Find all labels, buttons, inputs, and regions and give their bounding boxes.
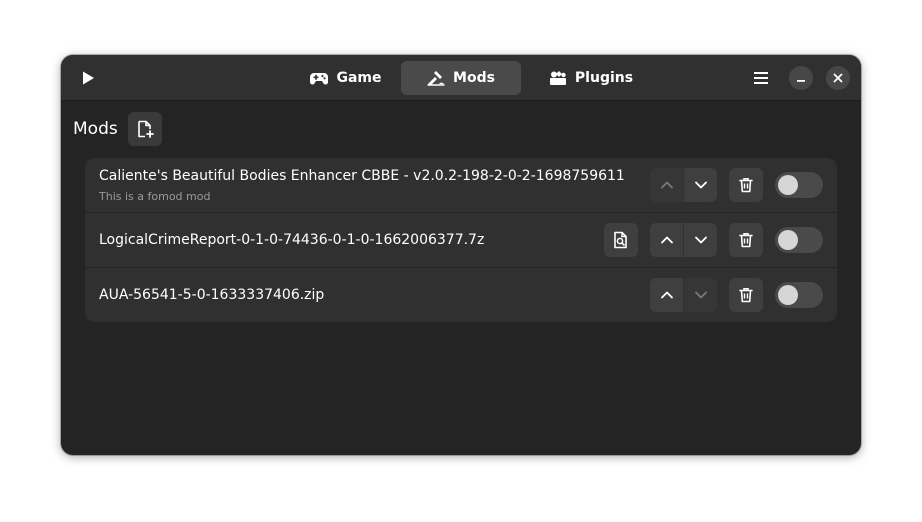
puzzle-icon xyxy=(427,71,445,86)
file-search-icon xyxy=(614,231,627,249)
close-icon xyxy=(833,73,843,83)
chevron-down-icon xyxy=(694,181,707,189)
toggle-knob xyxy=(778,175,798,195)
tab-plugins[interactable]: Plugins xyxy=(531,61,651,95)
gamepad-icon xyxy=(310,73,329,85)
add-mod-button[interactable] xyxy=(128,112,162,146)
mod-enable-toggle[interactable] xyxy=(775,227,823,253)
mod-subtitle: This is a fomod mod xyxy=(99,190,211,203)
chevron-up-icon xyxy=(660,291,673,299)
reorder-buttons xyxy=(650,223,717,257)
main-menu-button[interactable] xyxy=(745,62,777,94)
mod-list: Caliente's Beautiful Bodies Enhancer CBB… xyxy=(85,158,837,322)
minimize-button[interactable] xyxy=(789,66,813,90)
plugins-icon xyxy=(549,71,566,85)
move-down-button[interactable] xyxy=(684,278,717,312)
mod-name: Caliente's Beautiful Bodies Enhancer CBB… xyxy=(99,168,625,184)
page-title: Mods xyxy=(73,119,118,139)
header-bar: Game Mods Plugins xyxy=(61,55,861,101)
mod-enable-toggle[interactable] xyxy=(775,172,823,198)
chevron-down-icon xyxy=(694,236,707,244)
mod-enable-toggle[interactable] xyxy=(775,282,823,308)
move-up-button[interactable] xyxy=(650,223,683,257)
add-file-icon xyxy=(138,120,154,138)
trash-icon xyxy=(739,288,753,303)
mod-name: LogicalCrimeReport-0-1-0-74436-0-1-0-166… xyxy=(99,232,485,248)
play-icon xyxy=(83,71,94,85)
move-down-button[interactable] xyxy=(684,168,717,202)
delete-mod-button[interactable] xyxy=(729,278,763,312)
reorder-buttons xyxy=(650,168,717,202)
app-window: Game Mods Plugins Mods Caliente's Beauti… xyxy=(61,55,861,455)
play-button[interactable] xyxy=(73,63,103,93)
inspect-archive-button[interactable] xyxy=(604,223,638,257)
delete-mod-button[interactable] xyxy=(729,168,763,202)
tab-game-label: Game xyxy=(336,70,382,86)
chevron-up-icon xyxy=(660,236,673,244)
tab-plugins-label: Plugins xyxy=(574,70,634,86)
close-button[interactable] xyxy=(826,66,850,90)
tab-mods-label: Mods xyxy=(453,70,495,86)
mod-row: AUA-56541-5-0-1633337406.zip xyxy=(85,268,837,322)
move-down-button[interactable] xyxy=(684,223,717,257)
move-up-button[interactable] xyxy=(650,278,683,312)
mod-name: AUA-56541-5-0-1633337406.zip xyxy=(99,287,325,303)
chevron-down-icon xyxy=(694,291,707,299)
move-up-button[interactable] xyxy=(650,168,683,202)
tab-game[interactable]: Game xyxy=(291,61,401,95)
tab-mods[interactable]: Mods xyxy=(401,61,521,95)
mod-row: LogicalCrimeReport-0-1-0-74436-0-1-0-166… xyxy=(85,213,837,268)
toggle-knob xyxy=(778,230,798,250)
mod-row: Caliente's Beautiful Bodies Enhancer CBB… xyxy=(85,158,837,213)
hamburger-menu-icon xyxy=(754,72,768,84)
trash-icon xyxy=(739,178,753,193)
chevron-up-icon xyxy=(660,181,673,189)
reorder-buttons xyxy=(650,278,717,312)
trash-icon xyxy=(739,233,753,248)
minimize-icon xyxy=(797,80,805,82)
delete-mod-button[interactable] xyxy=(729,223,763,257)
toggle-knob xyxy=(778,285,798,305)
